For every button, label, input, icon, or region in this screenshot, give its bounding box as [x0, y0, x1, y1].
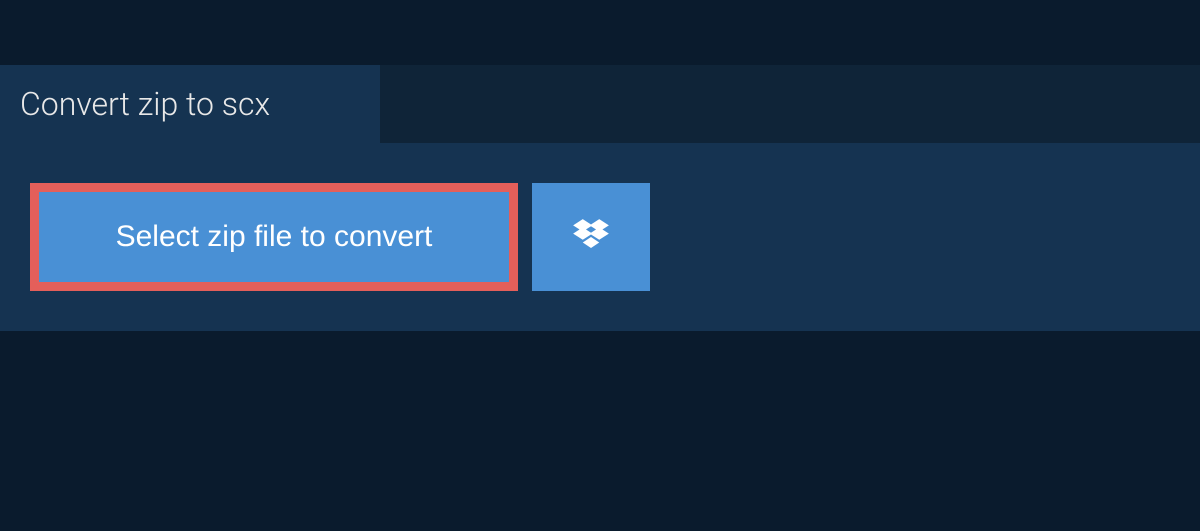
select-file-highlight-border: Select zip file to convert	[30, 183, 518, 291]
dropbox-icon	[569, 215, 613, 259]
tab-row: Convert zip to scx	[0, 65, 1200, 143]
select-file-label: Select zip file to convert	[116, 220, 433, 254]
select-file-button[interactable]: Select zip file to convert	[39, 192, 509, 282]
bottom-dark-band	[0, 331, 1200, 531]
dropbox-source-button[interactable]	[532, 183, 650, 291]
conversion-panel: Select zip file to convert	[0, 143, 1200, 331]
top-dark-band	[0, 0, 1200, 65]
file-select-row: Select zip file to convert	[30, 183, 1170, 291]
tab-title: Convert zip to scx	[20, 85, 270, 123]
conversion-tab[interactable]: Convert zip to scx	[0, 65, 380, 143]
